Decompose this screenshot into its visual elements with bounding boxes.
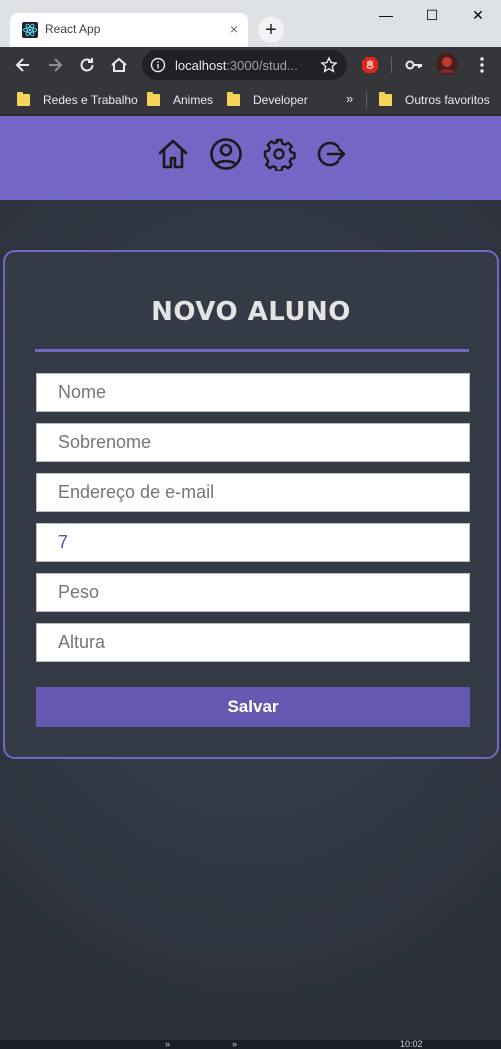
user-circle-icon[interactable] — [209, 137, 243, 171]
close-window-button[interactable]: ✕ — [455, 0, 501, 30]
back-arrow-icon[interactable] — [13, 55, 33, 75]
new-tab-button[interactable]: + — [258, 17, 284, 43]
adblock-extension-icon[interactable] — [360, 55, 380, 75]
settings-gear-icon[interactable] — [262, 137, 296, 171]
menu-kebab-icon[interactable] — [472, 55, 492, 75]
title-divider — [35, 349, 469, 352]
student-form-card: NOVO ALUNO Salvar — [3, 250, 499, 759]
bookmark-folder[interactable]: Developer — [227, 91, 308, 109]
bookmark-star-icon[interactable] — [320, 56, 338, 74]
taskbar-chevron[interactable]: » — [232, 1040, 237, 1049]
taskbar-chevron[interactable]: » — [165, 1040, 170, 1049]
email-input[interactable] — [36, 473, 470, 512]
folder-icon — [17, 92, 30, 106]
address-bar[interactable]: localhost:3000/stud... — [142, 50, 347, 80]
first-name-input[interactable] — [36, 373, 470, 412]
height-input[interactable] — [36, 623, 470, 662]
form-title: NOVO ALUNO — [151, 297, 351, 327]
weight-input[interactable] — [36, 573, 470, 612]
tab-close-icon[interactable]: × — [230, 21, 238, 37]
bookmarks-overflow-button[interactable]: » — [346, 91, 353, 106]
info-icon[interactable] — [150, 57, 166, 73]
react-logo-icon — [22, 22, 38, 38]
app-header — [0, 116, 501, 200]
tab-title: React App — [45, 22, 101, 36]
last-name-input[interactable] — [36, 423, 470, 462]
profile-avatar[interactable] — [436, 53, 458, 75]
folder-icon — [147, 92, 160, 106]
folder-icon — [227, 92, 240, 106]
browser-toolbar: localhost:3000/stud... — [0, 47, 501, 84]
bookmark-folder[interactable]: Animes — [147, 91, 213, 109]
home-icon[interactable] — [156, 137, 190, 171]
age-input[interactable] — [36, 523, 470, 562]
key-icon[interactable] — [404, 55, 424, 75]
reload-icon[interactable] — [77, 55, 97, 75]
bookmark-folder[interactable]: Redes e Trabalho — [17, 91, 138, 109]
browser-tab[interactable]: React App × — [10, 13, 248, 47]
os-taskbar: » » 10:02 — [0, 1040, 501, 1049]
taskbar-clock: 10:02 — [400, 1040, 423, 1049]
bookmarks-bar: Redes e Trabalho Animes Developer » Outr… — [0, 84, 501, 115]
bookmarks-separator — [366, 92, 367, 108]
minimize-button[interactable]: — — [363, 0, 409, 30]
address-url: localhost:3000/stud... — [175, 58, 298, 73]
maximize-button[interactable]: ☐ — [409, 0, 455, 30]
other-bookmarks-folder[interactable]: Outros favoritos — [379, 91, 490, 109]
save-button[interactable]: Salvar — [36, 687, 470, 727]
browser-titlebar: React App × + — ☐ ✕ — [0, 0, 501, 47]
home-browser-icon[interactable] — [109, 55, 129, 75]
forward-arrow-icon[interactable] — [45, 55, 65, 75]
logout-icon[interactable] — [314, 137, 348, 171]
folder-icon — [379, 92, 392, 106]
toolbar-separator — [391, 57, 392, 73]
